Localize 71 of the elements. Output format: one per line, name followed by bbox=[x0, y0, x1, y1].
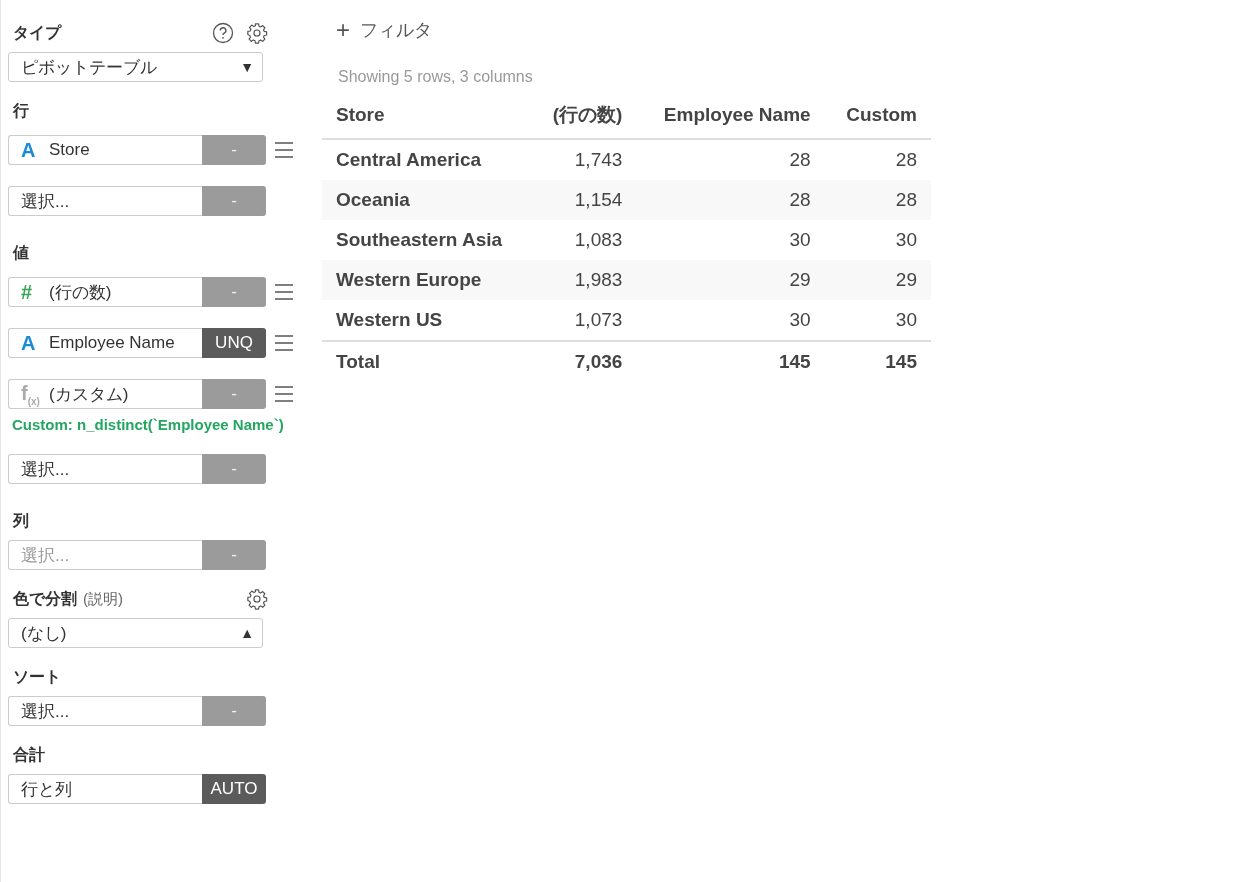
total-cell: 7,036 bbox=[531, 341, 637, 382]
section-title: 値 bbox=[13, 242, 29, 263]
table-cell: 1,743 bbox=[531, 139, 637, 180]
table-cell: Oceania bbox=[322, 180, 532, 220]
field-label: Store bbox=[49, 140, 90, 160]
table-cell: Western Europe bbox=[322, 260, 532, 300]
aggregate-button[interactable]: UNQ bbox=[202, 328, 266, 358]
table-cell: 28 bbox=[636, 180, 825, 220]
column-header: (行の数) bbox=[531, 100, 637, 139]
formula-note: Custom: n_distinct(`Employee Name`) bbox=[12, 416, 285, 433]
table-cell: 30 bbox=[824, 220, 931, 260]
help-icon[interactable] bbox=[212, 22, 234, 44]
table-cell: 28 bbox=[636, 139, 825, 180]
settings-icon[interactable] bbox=[246, 588, 268, 610]
select-field[interactable]: 選択... bbox=[8, 186, 202, 216]
placeholder-text: 選択... bbox=[21, 190, 70, 213]
table-cell: 28 bbox=[824, 139, 931, 180]
total-cell: 145 bbox=[636, 341, 825, 382]
field-label: 行と列 bbox=[21, 778, 72, 801]
placeholder-text: 選択... bbox=[21, 544, 70, 567]
type-icon: A bbox=[21, 138, 49, 162]
section-title: ソート bbox=[13, 666, 61, 687]
field-chip[interactable]: A Store bbox=[8, 135, 202, 165]
table-cell: 29 bbox=[636, 260, 825, 300]
section-title: タイプ bbox=[13, 22, 61, 43]
table-cell: 30 bbox=[636, 220, 825, 260]
dropdown-select[interactable]: (なし) ▲ bbox=[8, 618, 263, 648]
field-chip[interactable]: 行と列 bbox=[8, 774, 202, 804]
section-title: 合計 bbox=[13, 744, 45, 765]
select-field[interactable]: 選択... bbox=[8, 696, 202, 726]
add-filter-button[interactable]: + フィルタ bbox=[322, 16, 432, 44]
table-cell: Western US bbox=[322, 300, 532, 341]
placeholder-text: 選択... bbox=[21, 458, 70, 481]
column-header: Employee Name bbox=[636, 100, 825, 139]
section-title: 列 bbox=[13, 510, 29, 531]
aggregate-button[interactable]: AUTO bbox=[202, 774, 266, 804]
table-cell: 1,983 bbox=[531, 260, 637, 300]
dropdown-select[interactable]: ピボットテーブル ▼ bbox=[8, 52, 263, 82]
total-cell: Total bbox=[322, 341, 532, 382]
field-label: (行の数) bbox=[49, 281, 112, 304]
table-cell: 1,083 bbox=[531, 220, 637, 260]
table-cell: 30 bbox=[636, 300, 825, 341]
section-title: 色で分割 bbox=[13, 588, 77, 609]
total-cell: 145 bbox=[824, 341, 931, 382]
drag-handle-icon[interactable] bbox=[275, 335, 293, 351]
drag-handle-icon[interactable] bbox=[275, 386, 293, 402]
table-cell: 1,154 bbox=[531, 180, 637, 220]
field-chip[interactable]: # (行の数) bbox=[8, 277, 202, 307]
field-chip[interactable]: f$_{(x)}$ (カスタム) bbox=[8, 379, 202, 409]
field-label: (カスタム) bbox=[49, 383, 129, 406]
type-icon: # bbox=[21, 280, 49, 304]
placeholder-text: 選択... bbox=[21, 700, 70, 723]
type-icon: A bbox=[21, 331, 49, 355]
field-chip[interactable]: A Employee Name bbox=[8, 328, 202, 358]
table-cell: 1,073 bbox=[531, 300, 637, 341]
table-cell: Southeastern Asia bbox=[322, 220, 532, 260]
section-title: 行 bbox=[13, 100, 29, 121]
settings-icon[interactable] bbox=[246, 22, 268, 44]
column-header: Custom bbox=[824, 100, 931, 139]
table-cell: 28 bbox=[824, 180, 931, 220]
section-hint: (説明) bbox=[83, 589, 123, 609]
column-header: Store bbox=[322, 100, 532, 139]
summary-text: Showing 5 rows, 3 columns bbox=[338, 68, 534, 86]
field-label: Employee Name bbox=[49, 333, 175, 353]
type-icon: f$_{(x)}$ bbox=[21, 381, 49, 407]
drag-handle-icon[interactable] bbox=[275, 284, 293, 300]
table-cell: Central America bbox=[322, 139, 532, 180]
select-field[interactable]: 選択... bbox=[8, 454, 202, 484]
table-cell: 29 bbox=[824, 260, 931, 300]
table-cell: 30 bbox=[824, 300, 931, 341]
drag-handle-icon[interactable] bbox=[275, 142, 293, 158]
